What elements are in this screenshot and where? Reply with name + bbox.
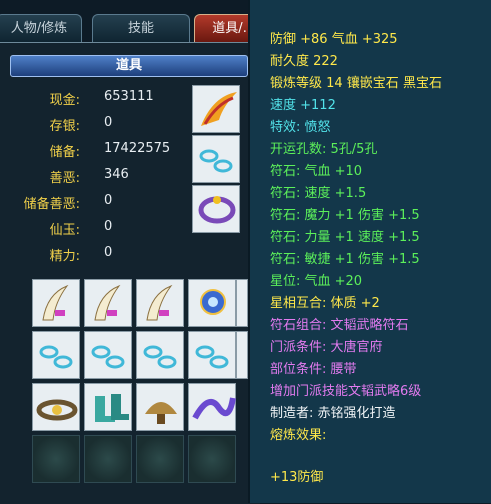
stat-label: 储备:	[49, 145, 80, 160]
item-slot-glowing-orb[interactable]	[188, 279, 236, 327]
stat-savings: 存银: 0	[0, 115, 190, 137]
empty-slot[interactable]	[84, 435, 132, 483]
stat-jade: 仙玉: 0	[0, 219, 190, 241]
item-slot-ribbon[interactable]	[188, 383, 236, 431]
tooltip-line: 符石: 气血 +10	[270, 164, 363, 179]
jade-chain-icon	[143, 345, 177, 369]
stat-value: 0	[104, 219, 113, 234]
tooltip-line: 开运孔数: 5孔/5孔	[270, 142, 378, 157]
tooltip-line: 符石: 速度 +1.5	[270, 186, 367, 201]
item-tooltip: 防御 +86 气血 +325 耐久度 222 锻炼等级 14 镶嵌宝石 黑宝石 …	[248, 0, 491, 503]
tab-label: 技能	[127, 21, 154, 36]
item-slot-jade-chain[interactable]	[192, 135, 240, 183]
tooltip-line: 特效: 愤怒	[270, 120, 331, 135]
tooltip-line: 门派条件: 大唐官府	[270, 340, 383, 355]
item-slot-tusk-blade[interactable]	[236, 279, 248, 327]
stat-label: 仙玉:	[49, 223, 80, 238]
jade-chain-icon	[91, 345, 125, 369]
stat-label: 善恶:	[49, 171, 80, 186]
empty-slot[interactable]	[32, 435, 80, 483]
item-slot-tusk-blade[interactable]	[84, 279, 132, 327]
tooltip-line: 熔炼效果:	[270, 428, 327, 443]
empty-slot[interactable]	[136, 435, 184, 483]
stat-cash: 现金: 653111	[0, 89, 190, 111]
tooltip-line: 增加门派技能文韬武略6级	[270, 384, 422, 399]
stat-value: 346	[104, 167, 129, 182]
gold-belt-icon	[36, 399, 78, 421]
stat-label: 现金:	[49, 93, 80, 108]
stat-label: 精力:	[49, 249, 80, 264]
tusk-blade-icon	[146, 284, 173, 321]
tooltip-line: 星位: 气血 +20	[270, 274, 363, 289]
item-slot-jade-chain[interactable]	[236, 331, 248, 379]
item-slot-jade-chain[interactable]	[136, 331, 184, 379]
item-slot-jade-chain[interactable]	[188, 331, 236, 379]
panel-title: 道具	[115, 58, 142, 73]
item-slot-flame-claw[interactable]	[192, 85, 240, 133]
tooltip-line: 锻炼等级 14 镶嵌宝石 黑宝石	[270, 76, 442, 91]
tooltip-line: 制造者: 赤铭强化打造	[270, 406, 396, 421]
inventory-panel: 道具 现金: 653111 存银: 0 储备: 17422575 善恶: 346…	[0, 42, 260, 504]
tab-label: 人物/修炼	[10, 21, 68, 36]
stat-value: 0	[104, 193, 113, 208]
tooltip-line: 部位条件: 腰带	[270, 362, 357, 377]
stat-value: 0	[104, 245, 113, 260]
tooltip-line: 速度 +112	[270, 98, 336, 113]
panel-header: 道具	[10, 55, 248, 77]
tooltip-line: 星相互合: 体质 +2	[270, 296, 380, 311]
jewel-bracelet-icon	[198, 196, 236, 224]
item-slot-boots[interactable]	[84, 383, 132, 431]
jade-chain-icon	[199, 149, 233, 173]
tab-skills[interactable]: 技能	[92, 14, 190, 42]
tooltip-line: 符石: 敏捷 +1 伤害 +1.5	[270, 252, 420, 267]
item-slot-saddle[interactable]	[136, 383, 184, 431]
stat-value: 17422575	[104, 141, 171, 156]
boots-icon	[95, 394, 129, 422]
tusk-blade-icon	[94, 284, 121, 321]
empty-slot[interactable]	[188, 435, 236, 483]
tooltip-line: 防御 +86 气血 +325	[270, 32, 398, 47]
stat-reserve-morality: 储备善恶: 0	[0, 193, 190, 215]
ribbon-icon	[192, 397, 236, 420]
tooltip-line: 符石: 魔力 +1 伤害 +1.5	[270, 208, 420, 223]
stat-value: 653111	[104, 89, 154, 104]
stat-energy: 精力: 0	[0, 245, 190, 267]
item-slot-gold-belt[interactable]	[32, 383, 80, 431]
tooltip-line: 符石组合: 文韬武略符石	[270, 318, 409, 333]
tooltip-line: 符石: 力量 +1 速度 +1.5	[270, 230, 420, 245]
flame-claw-icon	[201, 92, 237, 126]
tooltip-line: 耐久度 222	[270, 54, 338, 69]
jade-chain-icon	[39, 345, 73, 369]
tab-character-cultivation[interactable]: 人物/修炼	[0, 14, 82, 42]
stat-value: 0	[104, 115, 113, 130]
saddle-icon	[145, 402, 177, 424]
stat-morality: 善恶: 346	[0, 167, 190, 189]
glowing-orb-icon	[200, 289, 226, 315]
tusk-blade-icon	[42, 284, 69, 321]
stat-label: 储备善恶:	[23, 197, 80, 212]
item-slot-tusk-blade[interactable]	[32, 279, 80, 327]
item-slot-jade-chain[interactable]	[32, 331, 80, 379]
stat-reserve: 储备: 17422575	[0, 141, 190, 163]
item-slot-jade-chain[interactable]	[84, 331, 132, 379]
tooltip-line: +13防御	[270, 470, 324, 485]
item-slot-jewel-bracelet[interactable]	[192, 185, 240, 233]
item-slot-tusk-blade[interactable]	[136, 279, 184, 327]
jade-chain-icon	[195, 345, 229, 369]
stat-label: 存银:	[49, 119, 80, 134]
